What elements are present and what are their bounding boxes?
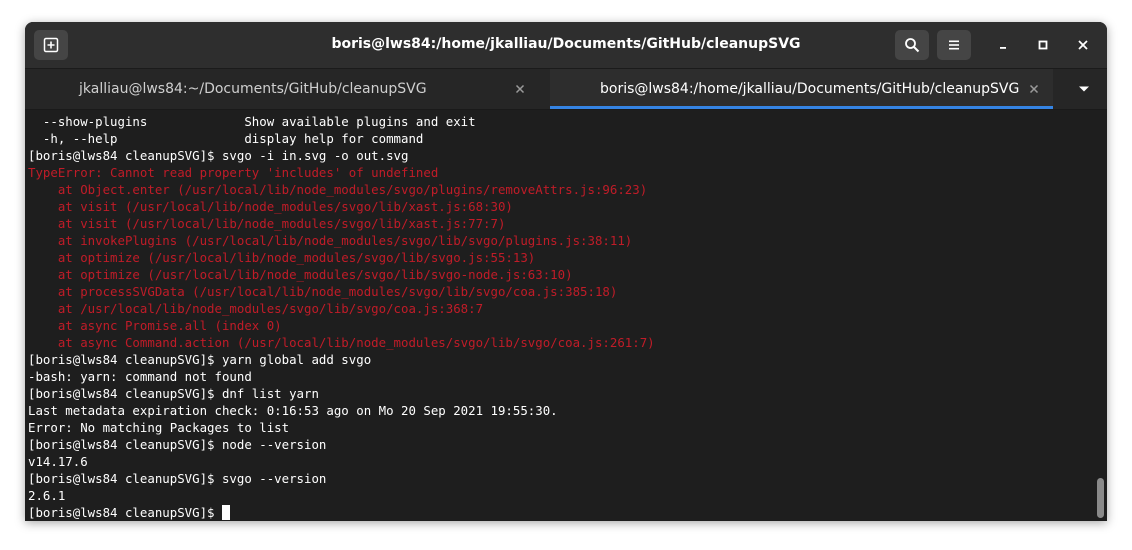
terminal-output[interactable]: --show-plugins Show available plugins an… bbox=[25, 110, 1095, 521]
close-button[interactable] bbox=[1072, 34, 1094, 56]
tab-bar: jkalliau@lws84:~/Documents/GitHub/cleanu… bbox=[25, 69, 1107, 110]
terminal-error-line: at Object.enter (/usr/local/lib/node_mod… bbox=[28, 182, 648, 197]
terminal-line: Last metadata expiration check: 0:16:53 … bbox=[28, 403, 558, 418]
terminal-line: [boris@lws84 cleanupSVG]$ yarn global ad… bbox=[28, 352, 372, 367]
terminal-line: [boris@lws84 cleanupSVG]$ node --version bbox=[28, 437, 327, 452]
terminal-line: -h, --help display help for command bbox=[28, 131, 424, 146]
prompt-text: [boris@lws84 cleanupSVG]$ bbox=[28, 505, 222, 520]
maximize-icon bbox=[1038, 40, 1048, 50]
terminal-error-line: at visit (/usr/local/lib/node_modules/sv… bbox=[28, 199, 513, 214]
terminal-line: [boris@lws84 cleanupSVG]$ svgo -i in.svg… bbox=[28, 148, 409, 163]
tab-close-icon[interactable] bbox=[1027, 82, 1041, 96]
tab-label: boris@lws84:/home/jkalliau/Documents/Git… bbox=[600, 81, 1020, 97]
terminal-error-line: at invokePlugins (/usr/local/lib/node_mo… bbox=[28, 233, 633, 248]
chevron-down-icon bbox=[1079, 86, 1089, 92]
terminal-window: boris@lws84:/home/jkalliau/Documents/Git… bbox=[25, 22, 1107, 521]
search-button[interactable] bbox=[895, 30, 929, 60]
minimize-icon bbox=[1000, 47, 1006, 49]
terminal-error-line: at processSVGData (/usr/local/lib/node_m… bbox=[28, 284, 618, 299]
hamburger-menu-icon bbox=[949, 40, 959, 50]
terminal-error-line: at async Command.action (/usr/local/lib/… bbox=[28, 335, 655, 350]
terminal-error-line: TypeError: Cannot read property 'include… bbox=[28, 165, 439, 180]
tab-jkalliau[interactable]: jkalliau@lws84:~/Documents/GitHub/cleanu… bbox=[25, 69, 550, 109]
tab-close-icon[interactable] bbox=[513, 82, 527, 96]
terminal-error-line: at optimize (/usr/local/lib/node_modules… bbox=[28, 267, 573, 282]
scrollbar-track[interactable] bbox=[1095, 110, 1107, 521]
maximize-button[interactable] bbox=[1032, 34, 1054, 56]
terminal-line: --show-plugins Show available plugins an… bbox=[28, 114, 476, 129]
menu-button[interactable] bbox=[937, 30, 971, 60]
tab-list-button[interactable] bbox=[1061, 69, 1107, 109]
terminal-line: Error: No matching Packages to list bbox=[28, 420, 290, 435]
terminal-line: -bash: yarn: command not found bbox=[28, 369, 252, 384]
text-cursor bbox=[221, 505, 230, 520]
terminal-prompt-line: [boris@lws84 cleanupSVG]$ bbox=[28, 504, 230, 521]
header-bar: boris@lws84:/home/jkalliau/Documents/Git… bbox=[25, 22, 1107, 69]
search-icon bbox=[905, 38, 920, 53]
tab-boris[interactable]: boris@lws84:/home/jkalliau/Documents/Git… bbox=[550, 69, 1053, 109]
terminal-line: [boris@lws84 cleanupSVG]$ dnf list yarn bbox=[28, 386, 319, 401]
terminal-line: v14.17.6 bbox=[28, 454, 88, 469]
active-tab-indicator bbox=[550, 106, 1053, 109]
tab-label: jkalliau@lws84:~/Documents/GitHub/cleanu… bbox=[79, 81, 427, 97]
terminal-line: 2.6.1 bbox=[28, 488, 66, 503]
terminal-error-line: at async Promise.all (index 0) bbox=[28, 318, 282, 333]
terminal-error-line: at /usr/local/lib/node_modules/svgo/lib/… bbox=[28, 301, 484, 316]
terminal-line: [boris@lws84 cleanupSVG]$ svgo --version bbox=[28, 471, 327, 486]
minimize-button[interactable] bbox=[992, 34, 1014, 56]
terminal-error-line: at visit (/usr/local/lib/node_modules/sv… bbox=[28, 216, 506, 231]
terminal-error-line: at optimize (/usr/local/lib/node_modules… bbox=[28, 250, 536, 265]
scrollbar-thumb[interactable] bbox=[1097, 478, 1104, 518]
close-icon bbox=[1078, 40, 1088, 50]
